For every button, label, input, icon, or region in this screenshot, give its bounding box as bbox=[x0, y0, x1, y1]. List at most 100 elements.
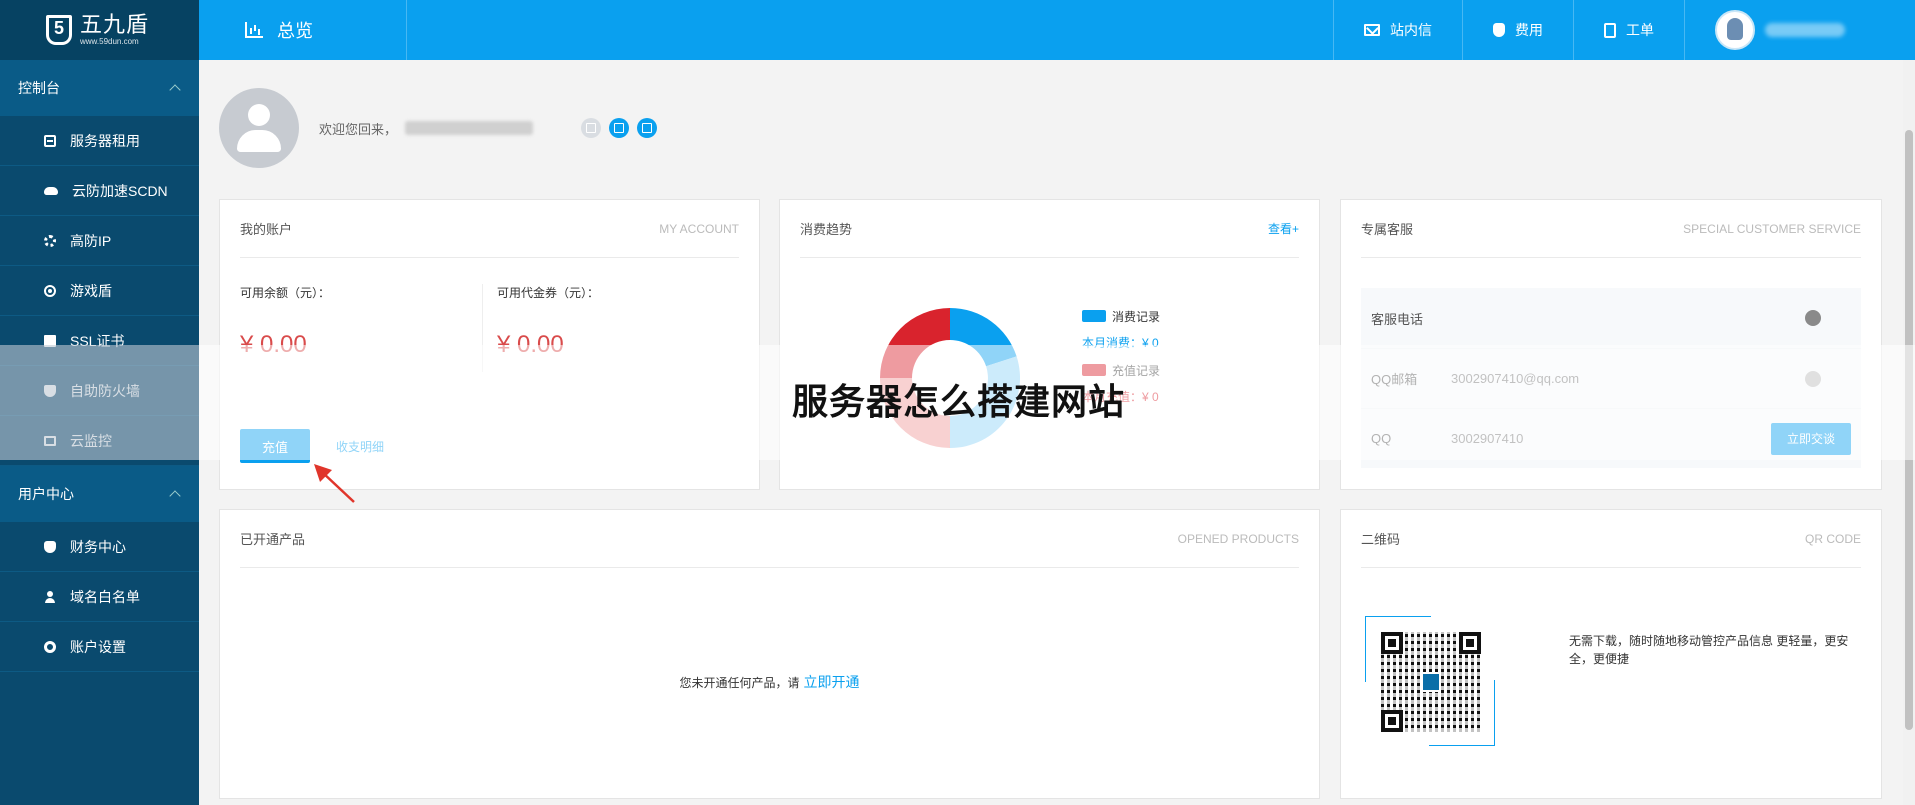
sidebar-item-server-rental[interactable]: 服务器租用 bbox=[0, 116, 199, 166]
profile-avatar[interactable] bbox=[219, 88, 299, 168]
sidebar-item-label: 服务器租用 bbox=[70, 132, 140, 149]
sidebar-item-label: 游戏盾 bbox=[70, 282, 112, 299]
email-label: QQ邮箱 bbox=[1371, 372, 1418, 387]
mail-icon bbox=[1364, 24, 1380, 36]
opened-products-card: 已开通产品 OPENED PRODUCTS 您未开通任何产品，请 立即开通 bbox=[219, 509, 1320, 799]
sidebar-item-label: 账户设置 bbox=[70, 638, 126, 655]
brand-logo[interactable]: 五九盾 www.59dun.com bbox=[0, 0, 199, 60]
avatar bbox=[1715, 10, 1755, 50]
sidebar-item-label: 云防加速SCDN bbox=[72, 182, 168, 199]
sidebar: 五九盾 www.59dun.com 控制台 服务器租用 云防加速SCDN 高防I… bbox=[0, 0, 199, 805]
nav-label: 站内信 bbox=[1390, 22, 1432, 38]
sidebar-group-label: 控制台 bbox=[18, 80, 60, 96]
sidebar-group-console[interactable]: 控制台 bbox=[0, 60, 199, 116]
nav-messages[interactable]: 站内信 bbox=[1333, 0, 1462, 60]
qr-frame bbox=[1365, 616, 1495, 746]
qr-finder bbox=[1381, 632, 1403, 654]
sidebar-item-high-defense-ip[interactable]: 高防IP bbox=[0, 216, 199, 266]
open-now-link[interactable]: 立即开通 bbox=[804, 674, 860, 690]
shield-logo-icon bbox=[46, 15, 72, 45]
qq-value: 3002907410 bbox=[1451, 431, 1524, 446]
qr-code-image bbox=[1381, 632, 1481, 732]
target-icon bbox=[44, 284, 56, 297]
nav-label: 费用 bbox=[1515, 22, 1543, 38]
spending-trend-card: 消费趋势 查看+ 消费记录 本月消费：¥ 0 充值记录 本月充值：¥ 0 bbox=[779, 199, 1320, 490]
card-title: 专属客服 bbox=[1361, 222, 1414, 237]
qr-description: 无需下载，随时随地移动管控产品信息 更轻量，更安全，更便捷 bbox=[1569, 634, 1849, 666]
shield-icon bbox=[44, 384, 56, 397]
qr-finder bbox=[1381, 710, 1403, 732]
sidebar-group-user-center[interactable]: 用户中心 bbox=[0, 466, 199, 522]
sidebar-item-account-settings[interactable]: 账户设置 bbox=[0, 622, 199, 672]
id-verify-icon[interactable] bbox=[581, 118, 602, 138]
sidebar-item-game-shield[interactable]: 游戏盾 bbox=[0, 266, 199, 316]
sidebar-item-label: 云监控 bbox=[70, 432, 112, 449]
sidebar-item-ssl[interactable]: SSL证书 bbox=[0, 316, 199, 366]
cloud-icon bbox=[44, 186, 58, 195]
customer-service-card: 专属客服 SPECIAL CUSTOMER SERVICE 客服电话 QQ邮箱 … bbox=[1340, 199, 1882, 490]
nav-label: 工单 bbox=[1626, 22, 1654, 38]
qq-label: QQ bbox=[1371, 431, 1392, 446]
sidebar-group-label: 用户中心 bbox=[18, 486, 74, 502]
chevron-up-icon bbox=[169, 84, 181, 96]
phone-icon[interactable] bbox=[1805, 310, 1821, 326]
welcome-name-redacted bbox=[405, 121, 534, 135]
sidebar-item-scdn[interactable]: 云防加速SCDN bbox=[0, 166, 199, 216]
transaction-detail-link[interactable]: 收支明细 bbox=[336, 438, 384, 455]
sidebar-item-label: 自助防火墙 bbox=[70, 382, 140, 399]
brand-url: www.59dun.com bbox=[80, 37, 139, 46]
sidebar-item-label: 高防IP bbox=[70, 232, 112, 249]
view-more-link[interactable]: 查看+ bbox=[1268, 220, 1299, 237]
nav-fees[interactable]: 费用 bbox=[1462, 0, 1573, 60]
page-title[interactable]: 总览 bbox=[199, 0, 407, 60]
card-subtitle: SPECIAL CUSTOMER SERVICE bbox=[1683, 221, 1861, 236]
card-title: 二维码 bbox=[1361, 532, 1401, 547]
sidebar-item-finance[interactable]: 财务中心 bbox=[0, 522, 199, 572]
legend-swatch bbox=[1082, 310, 1106, 322]
account-card: 我的账户 MY ACCOUNT 可用余额（元）： ¥ 0.00 可用代金券（元）… bbox=[219, 199, 760, 490]
gear-icon bbox=[44, 234, 56, 247]
monitor-icon bbox=[44, 435, 56, 446]
chart-icon bbox=[245, 22, 263, 38]
watermark-title: 服务器怎么搭建网站 bbox=[792, 382, 1126, 423]
page-scrollbar[interactable] bbox=[1903, 60, 1915, 805]
qr-logo-icon bbox=[1421, 672, 1441, 692]
phone-verify-icon[interactable] bbox=[609, 118, 630, 138]
email-icon[interactable] bbox=[1805, 370, 1821, 387]
voucher-value: ¥ 0.00 bbox=[497, 331, 564, 358]
scrollbar-thumb[interactable] bbox=[1905, 130, 1913, 730]
annotation-arrow-icon bbox=[314, 464, 355, 503]
balance-label: 可用余额（元）： bbox=[240, 286, 331, 300]
user-icon bbox=[44, 590, 56, 603]
sidebar-item-firewall[interactable]: 自助防火墙 bbox=[0, 366, 199, 416]
service-email-row: QQ邮箱 3002907410@qq.com bbox=[1361, 348, 1861, 408]
voucher-label: 可用代金券（元）： bbox=[497, 286, 600, 300]
card-subtitle: OPENED PRODUCTS bbox=[1177, 531, 1299, 546]
recharge-button[interactable]: 充值 bbox=[240, 429, 310, 463]
email-verify-icon[interactable] bbox=[637, 118, 658, 138]
month-spend-stat: 本月消费：¥ 0 bbox=[1082, 336, 1159, 350]
user-menu[interactable] bbox=[1684, 0, 1915, 60]
empty-text: 您未开通任何产品，请 bbox=[679, 676, 800, 690]
service-phone-row: 客服电话 bbox=[1361, 288, 1861, 348]
qr-finder bbox=[1459, 632, 1481, 654]
phone-label: 客服电话 bbox=[1371, 311, 1424, 327]
balance-value: ¥ 0.00 bbox=[240, 331, 307, 358]
card-subtitle: MY ACCOUNT bbox=[659, 221, 739, 236]
legend-label: 消费记录 bbox=[1112, 309, 1161, 324]
page-title-label: 总览 bbox=[277, 21, 313, 41]
sidebar-item-domain-whitelist[interactable]: 域名白名单 bbox=[0, 572, 199, 622]
welcome-text: 欢迎您回来， bbox=[319, 121, 398, 137]
donut-segment-1 bbox=[950, 308, 1017, 367]
legend-item-spend[interactable]: 消费记录 bbox=[1082, 308, 1160, 324]
nav-tickets[interactable]: 工单 bbox=[1573, 0, 1684, 60]
chat-now-button[interactable]: 立即交谈 bbox=[1771, 422, 1851, 455]
certificate-icon bbox=[44, 334, 56, 347]
sidebar-item-cloud-monitor[interactable]: 云监控 bbox=[0, 416, 199, 466]
service-contact-list: 客服电话 QQ邮箱 3002907410@qq.com QQ 300290741… bbox=[1361, 288, 1861, 468]
balance-block: 可用余额（元）： ¥ 0.00 bbox=[240, 284, 482, 372]
settings-icon bbox=[44, 640, 56, 653]
sidebar-item-label: 域名白名单 bbox=[70, 588, 140, 605]
empty-products-message: 您未开通任何产品，请 立即开通 bbox=[220, 672, 1319, 692]
card-title: 我的账户 bbox=[240, 222, 293, 237]
